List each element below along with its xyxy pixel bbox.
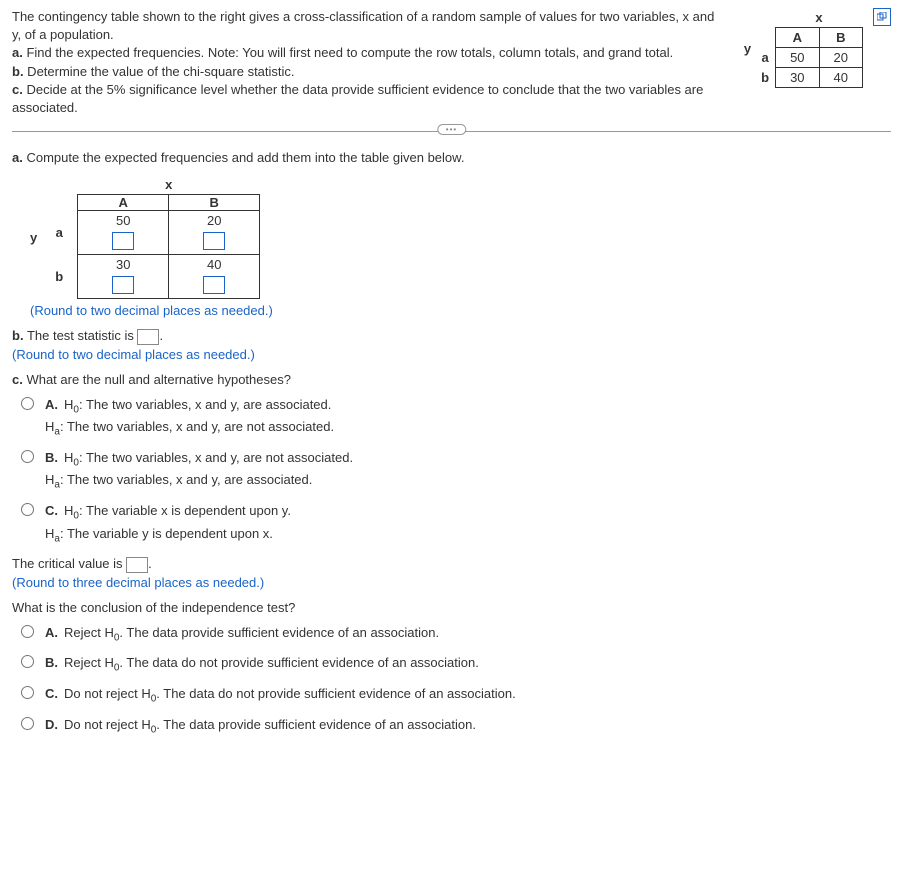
question-prompt: The contingency table shown to the right… <box>12 8 724 117</box>
critical-value-input[interactable] <box>126 557 148 573</box>
part-a-hint: (Round to two decimal places as needed.) <box>30 303 891 318</box>
hypothesis-option-B[interactable] <box>21 450 34 463</box>
expand-pill[interactable]: ••• <box>437 124 466 135</box>
hypothesis-option-C[interactable] <box>21 503 34 516</box>
popout-icon[interactable] <box>873 8 891 26</box>
critical-hint: (Round to three decimal places as needed… <box>12 575 891 590</box>
conclusion-option-B[interactable] <box>21 655 34 668</box>
expected-ba-input[interactable] <box>112 276 134 294</box>
y-axis-label: y <box>744 41 751 56</box>
hypothesis-option-text: C.H0: The variable x is dependent upon y… <box>45 501 291 546</box>
hypothesis-option-text: A.H0: The two variables, x and y, are as… <box>45 395 334 440</box>
conclusion-option-D[interactable] <box>21 717 34 730</box>
part-b-line: b. The test statistic is . <box>12 328 891 345</box>
conclusion-option-text: B.Reject H0. The data do not provide suf… <box>45 653 479 676</box>
part-c-prompt: c. What are the null and alternative hyp… <box>12 372 891 387</box>
part-a-prompt: a. a. Compute the expected frequencies a… <box>12 150 891 165</box>
expected-aa-input[interactable] <box>112 232 134 250</box>
critical-value-line: The critical value is . <box>12 556 891 573</box>
hypothesis-option-text: B.H0: The two variables, x and y, are no… <box>45 448 353 493</box>
expected-freq-table: x A B a 50 20 b 30 40 <box>41 175 260 299</box>
expected-bb-input[interactable] <box>203 276 225 294</box>
answer-y-label: y <box>30 230 37 245</box>
test-statistic-input[interactable] <box>137 329 159 345</box>
conclusion-option-text: D.Do not reject H0. The data provide suf… <box>45 715 476 738</box>
hypothesis-option-A[interactable] <box>21 397 34 410</box>
contingency-table: x A B a 50 20 b 30 40 <box>755 8 863 88</box>
expected-ab-input[interactable] <box>203 232 225 250</box>
section-divider: ••• <box>12 131 891 132</box>
part-b-hint: (Round to two decimal places as needed.) <box>12 347 891 362</box>
conclusion-option-C[interactable] <box>21 686 34 699</box>
conclusion-option-text: A.Reject H0. The data provide sufficient… <box>45 623 439 646</box>
conclusion-prompt: What is the conclusion of the independen… <box>12 600 891 615</box>
conclusion-option-A[interactable] <box>21 625 34 638</box>
conclusion-option-text: C.Do not reject H0. The data do not prov… <box>45 684 516 707</box>
